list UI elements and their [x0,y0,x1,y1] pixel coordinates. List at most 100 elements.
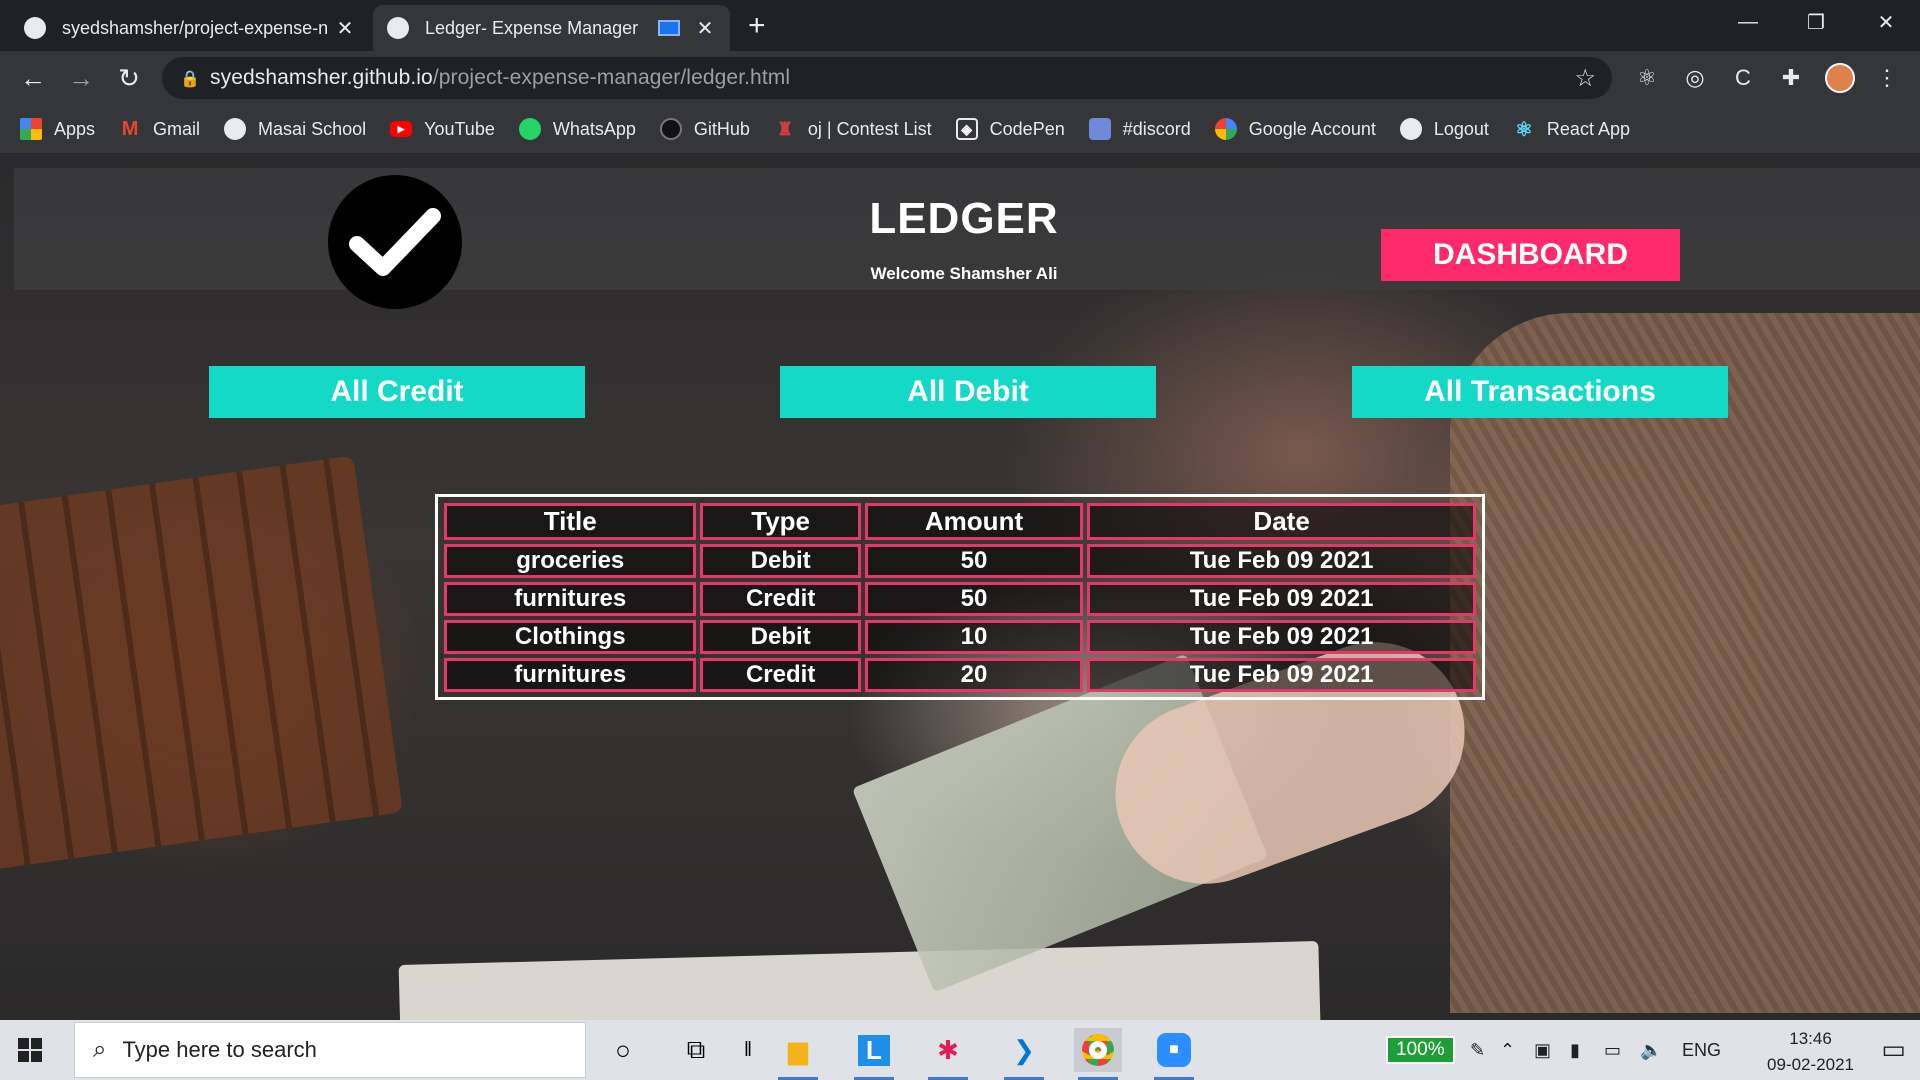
cell-type: Debit [700,544,861,578]
bookmark-apps[interactable]: Apps [20,118,95,140]
column-header-title: Title [444,503,697,540]
forward-arrow-icon[interactable]: → [64,61,98,95]
chrome-icon[interactable] [1074,1028,1122,1080]
reload-icon[interactable]: ↻ [112,61,146,95]
bookmarks-bar: Apps M Gmail Masai School ▶ YouTube WhatsA… [0,105,1920,153]
ledger-app-icon[interactable]: L [850,1028,898,1080]
file-explorer-icon[interactable]: ▆ [774,1028,822,1080]
gmail-icon: M [121,117,139,140]
cell-type: Debit [700,620,861,654]
extension-c-icon[interactable]: C [1728,63,1758,93]
bookmark-label: Google Account [1248,118,1376,139]
tray-pen-icon[interactable]: ✎ [1470,1030,1485,1070]
bookmark-logout[interactable]: Logout [1399,118,1489,140]
vscode-icon[interactable]: ❯ [1000,1028,1048,1080]
bookmark-oj-contest-list[interactable]: ♜ oj | Contest List [774,118,932,140]
taskbar-clock[interactable]: 13:46 09-02-2021 [1767,1026,1854,1078]
bookmark-label: oj | Contest List [807,118,932,139]
windows-taskbar: ⌕ Type here to search ○ ⧉ ‖ ▆ L ✱ ❯ ■ 10… [0,1020,1920,1080]
all-transactions-button[interactable]: All Transactions [1352,366,1728,418]
cell-date: Tue Feb 09 2021 [1087,582,1476,616]
restore-window-icon[interactable]: ❐ [1782,0,1850,44]
welcome-message: Welcome Shamsher Ali [870,264,1058,283]
background-photo-keyboard [0,455,404,871]
cell-date: Tue Feb 09 2021 [1087,620,1476,654]
bookmark-star-icon[interactable]: ☆ [1574,64,1596,93]
profile-avatar[interactable] [1825,63,1855,93]
close-tab-icon[interactable]: ✕ [694,16,716,41]
dashboard-button[interactable]: DASHBOARD [1381,229,1680,281]
language-indicator[interactable]: ENG [1682,1030,1721,1070]
cell-amount: 50 [864,544,1084,578]
globe-icon [1399,118,1422,140]
trophy-icon: ♜ [776,118,793,139]
table-row: furnitures Credit 50 Tue Feb 09 2021 [444,582,1476,616]
bookmark-github[interactable]: GitHub [659,118,750,140]
apps-grid-icon [20,118,42,140]
globe-icon [224,118,247,140]
page-title: LEDGER [869,194,1059,243]
battery-badge: 100% [1386,1036,1455,1064]
bookmark-gmail[interactable]: M Gmail [119,118,200,140]
google-icon [1214,118,1237,140]
cell-type: Credit [700,658,861,692]
cell-amount: 50 [864,582,1084,616]
bookmark-youtube[interactable]: ▶ YouTube [390,119,495,140]
tab-github[interactable]: syedshamsher/project-expense-n ✕ [10,5,370,51]
bookmark-discord[interactable]: #discord [1088,118,1191,140]
github-icon [24,17,46,39]
close-window-icon[interactable]: ✕ [1852,0,1920,44]
table-header-row: Title Type Amount Date [444,503,1476,540]
back-arrow-icon[interactable]: ← [16,61,50,95]
battery-percentage: 100% [1386,1030,1455,1070]
zoom-icon[interactable]: ■ [1150,1028,1198,1080]
search-placeholder: Type here to search [122,1037,317,1062]
url-domain: syedshamsher.github.io [210,66,433,89]
react-devtools-icon[interactable]: ⚛ [1632,63,1662,93]
menu-kebab-icon[interactable]: ⋮ [1872,63,1902,93]
all-credit-button[interactable]: All Credit [209,366,585,418]
background-photo-sweater [1450,313,1920,1013]
task-view-icon[interactable]: ⧉ [672,1028,720,1072]
minimize-window-icon[interactable]: — [1714,0,1782,44]
tray-battery-icon[interactable]: ▭ [1604,1030,1621,1070]
clock-time: 13:46 [1789,1029,1832,1048]
tray-chevron-up-icon[interactable]: ⌃ [1500,1030,1515,1070]
bookmark-react-app[interactable]: ⚛ React App [1513,118,1630,141]
bookmark-google-account[interactable]: Google Account [1214,118,1376,140]
notifications-icon[interactable]: ▭ [1881,1034,1906,1065]
tab-title: Ledger- Expense Manager [425,17,639,38]
tray-microphone-icon[interactable]: ▮ [1570,1030,1580,1070]
close-tab-icon[interactable]: ✕ [334,16,356,41]
extension-target-icon[interactable]: ◎ [1680,63,1710,93]
address-bar[interactable]: 🔒 syedshamsher.github.io/project-expense… [162,57,1612,99]
search-icon: ⌕ [93,1036,107,1063]
tray-volume-icon[interactable]: 🔈 [1640,1030,1662,1070]
browser-tab-strip: syedshamsher/project-expense-n ✕ Ledger-… [0,0,1920,51]
background-photo-calendar [398,940,1322,1020]
cell-title: furnitures [444,582,697,616]
tray-meet-icon[interactable]: ▣ [1534,1030,1551,1070]
tab-ledger[interactable]: Ledger- Expense Manager ✕ [373,5,730,51]
slack-icon[interactable]: ✱ [924,1028,972,1080]
windows-start-icon[interactable] [18,1038,42,1062]
bookmark-label: GitHub [693,118,750,139]
cortana-icon[interactable]: ○ [599,1028,647,1072]
extensions-puzzle-icon[interactable]: ✚ [1776,63,1806,93]
bookmark-label: YouTube [424,118,495,139]
checkmark-logo-icon [328,175,462,309]
transactions-table: Title Type Amount Date groceries Debit 5… [435,494,1485,700]
column-header-type: Type [700,503,861,540]
bookmark-label: #discord [1122,118,1191,139]
bookmark-codepen[interactable]: ◈ CodePen [955,118,1065,140]
page-viewport: LEDGER Welcome Shamsher Ali DASHBOARD Al… [0,153,1920,1020]
bookmark-label: Logout [1433,118,1489,139]
bookmark-whatsapp[interactable]: WhatsApp [518,118,636,140]
column-header-date: Date [1087,503,1476,540]
cell-title: Clothings [444,620,697,654]
all-debit-button[interactable]: All Debit [780,366,1156,418]
bookmark-masai-school[interactable]: Masai School [224,118,366,140]
taskbar-search-input[interactable]: ⌕ Type here to search [74,1022,586,1078]
bookmark-label: Gmail [153,118,201,139]
new-tab-button[interactable]: + [748,8,766,44]
